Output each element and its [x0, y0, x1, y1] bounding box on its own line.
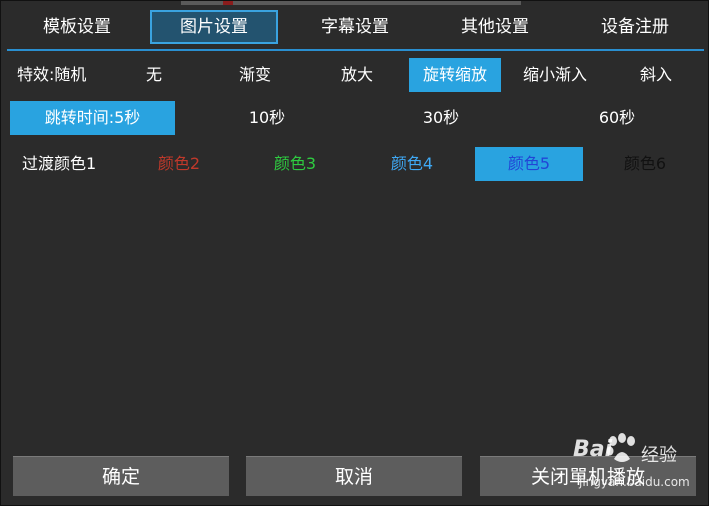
tab-device-registration[interactable]: 设备注册	[571, 10, 699, 44]
tab-template-settings[interactable]: 模板设置	[13, 10, 141, 44]
tab-image-settings[interactable]: 图片设置	[150, 10, 278, 44]
effect-fade-option[interactable]: 渐变	[227, 58, 283, 92]
settings-dialog: 模板设置 图片设置 字幕设置 其他设置 设备注册 特效:随机 无 渐变 放大 旋…	[0, 0, 709, 506]
effects-label: 特效:随机	[17, 65, 87, 84]
color-5-option[interactable]: 颜色5	[475, 147, 583, 181]
jump-time-10s-option[interactable]: 10秒	[239, 101, 295, 135]
effect-rotate-zoom-option[interactable]: 旋转缩放	[409, 58, 501, 92]
effects-row: 特效:随机 无 渐变 放大 旋转缩放 缩小渐入 斜入	[7, 58, 704, 92]
jump-time-30s-option[interactable]: 30秒	[413, 101, 469, 135]
transition-color-label[interactable]: 过渡颜色1	[22, 147, 96, 181]
effect-none-option[interactable]: 无	[134, 58, 174, 92]
color-3-option[interactable]: 颜色3	[263, 147, 327, 181]
color-6-option[interactable]: 颜色6	[613, 147, 677, 181]
tab-other-settings[interactable]: 其他设置	[431, 10, 559, 44]
color-2-option[interactable]: 颜色2	[147, 147, 211, 181]
effect-zoom-option[interactable]: 放大	[329, 58, 385, 92]
color-4-option[interactable]: 颜色4	[380, 147, 444, 181]
tab-bar: 模板设置 图片设置 字幕设置 其他设置 设备注册	[7, 7, 704, 51]
footer-buttons: 确定 取消 关闭單机播放	[13, 456, 697, 496]
jump-time-row: 跳转时间:5秒 10秒 30秒 60秒	[7, 101, 704, 135]
effect-slant-option[interactable]: 斜入	[632, 58, 680, 92]
top-mark	[223, 1, 233, 5]
confirm-button[interactable]: 确定	[13, 456, 229, 496]
tab-subtitle-settings[interactable]: 字幕设置	[291, 10, 419, 44]
jump-time-60s-option[interactable]: 60秒	[589, 101, 645, 135]
close-standalone-play-button[interactable]: 关闭單机播放	[480, 456, 696, 496]
effect-shrink-fade-option[interactable]: 缩小渐入	[517, 58, 593, 92]
jump-time-5s-option[interactable]: 跳转时间:5秒	[10, 101, 175, 135]
cancel-button[interactable]: 取消	[246, 456, 462, 496]
transition-color-row: 过渡颜色1 颜色2 颜色3 颜色4 颜色5 颜色6	[7, 147, 704, 181]
